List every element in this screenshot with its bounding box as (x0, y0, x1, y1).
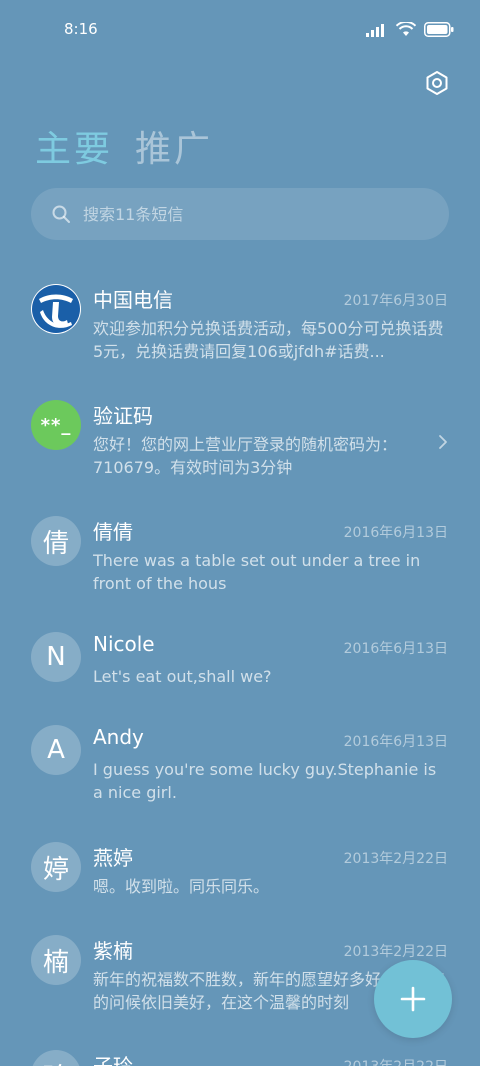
message-item-ziling[interactable]: 玲 子玲 2013年2月22日 (0, 1050, 480, 1066)
message-date: 2016年6月13日 (343, 734, 448, 750)
message-date: 2016年6月13日 (343, 641, 448, 657)
avatar: 楠 (31, 935, 81, 985)
avatar: **_ (31, 400, 81, 450)
battery-icon (424, 22, 454, 37)
new-message-button[interactable] (374, 960, 452, 1038)
message-date: 2013年2月22日 (344, 1056, 448, 1066)
message-date: 2017年6月30日 (343, 293, 448, 309)
message-preview: 您好！您的网上营业厅登录的随机密码为：710679。有效时间为3分钟 (93, 435, 398, 477)
plus-icon (400, 986, 426, 1012)
settings-icon (426, 71, 448, 95)
avatar: 婷 (31, 842, 81, 892)
chevron-right-icon (439, 435, 447, 449)
message-preview: I guess you're some lucky guy.Stephanie … (93, 760, 437, 802)
contact-name: Andy (93, 725, 144, 749)
message-preview: 欢迎参加积分兑换话费活动，每500分可兑换话费5元，兑换话费请回复106或jfd… (93, 319, 444, 361)
status-icons (366, 22, 454, 37)
signal-icon (366, 23, 384, 37)
china-telecom-logo-icon (32, 285, 80, 333)
avatar (31, 284, 81, 334)
contact-name: 验证码 (93, 404, 153, 428)
settings-button[interactable] (420, 66, 454, 100)
avatar: N (31, 632, 81, 682)
message-preview: There was a table set out under a tree i… (93, 551, 421, 593)
message-preview: 嗯。收到啦。同乐同乐。 (93, 877, 270, 896)
search-input[interactable] (83, 188, 433, 240)
tab-primary[interactable]: 主要 (35, 120, 113, 172)
avatar: A (31, 725, 81, 775)
search-bar[interactable] (31, 188, 449, 240)
avatar: 倩 (31, 516, 81, 566)
message-date: 2016年6月13日 (343, 525, 448, 541)
contact-name: 中国电信 (93, 288, 173, 312)
avatar: 玲 (31, 1050, 81, 1066)
contact-name: 燕婷 (93, 846, 133, 870)
category-tabs: 主要 推广 (35, 120, 213, 172)
wifi-icon (396, 22, 416, 36)
contact-name: 倩倩 (93, 520, 133, 544)
search-icon (52, 205, 70, 223)
contact-name: 子玲 (93, 1054, 133, 1066)
contact-name: Nicole (93, 632, 155, 656)
message-date: 2013年2月22日 (343, 944, 448, 960)
contact-name: 紫楠 (93, 939, 133, 963)
tab-promotions[interactable]: 推广 (135, 120, 213, 172)
status-bar: 8:16 (0, 0, 480, 62)
message-date: 2013年2月22日 (343, 851, 448, 867)
message-preview: Let's eat out,shall we? (93, 667, 272, 686)
status-time: 8:16 (64, 20, 98, 38)
